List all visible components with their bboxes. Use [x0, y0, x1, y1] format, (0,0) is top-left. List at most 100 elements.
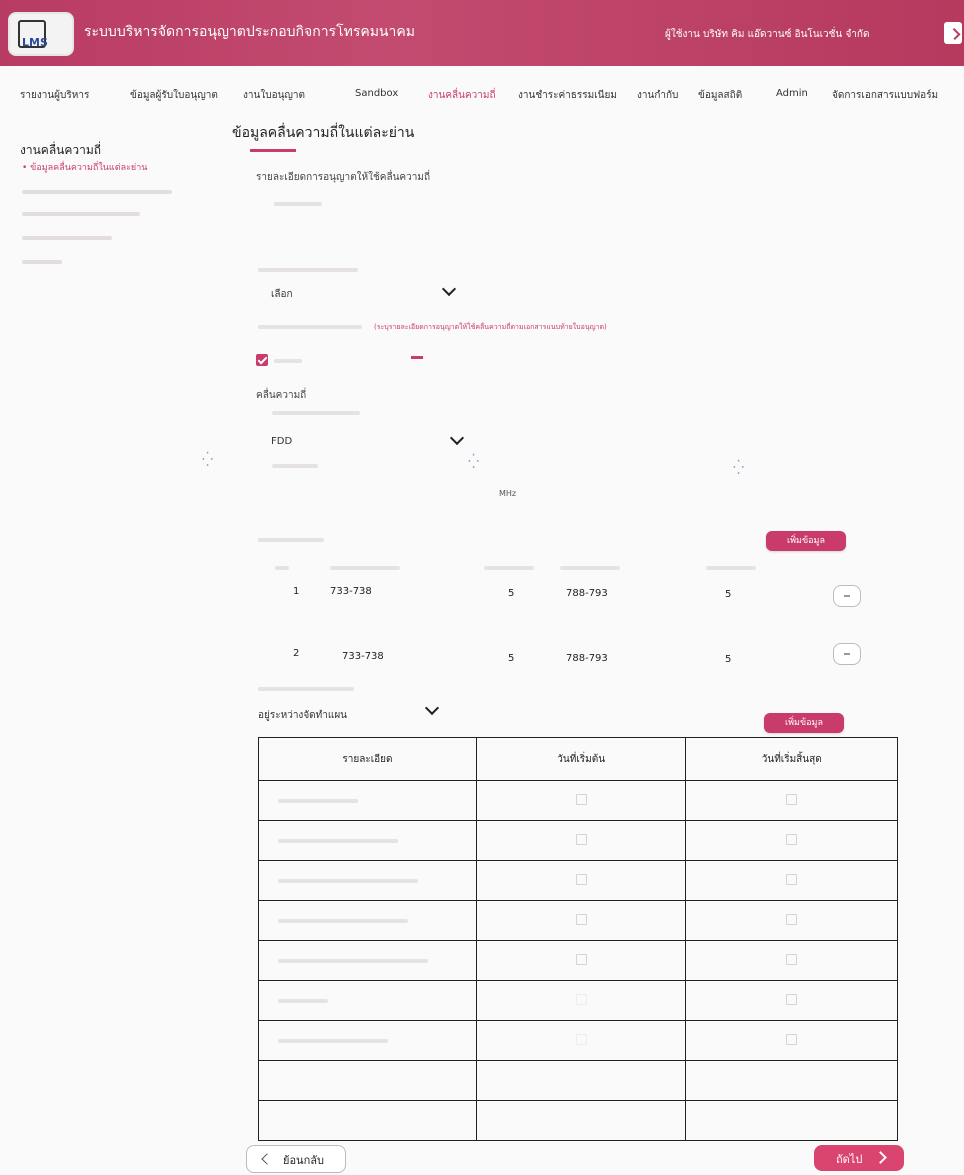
- calendar-icon[interactable]: [786, 793, 798, 805]
- start-date-cell[interactable]: [475, 980, 687, 1021]
- end-date-cell[interactable]: [685, 900, 898, 941]
- page-title: ข้อมูลคลื่นความถี่ในแต่ละย่าน: [232, 125, 415, 141]
- nav-item-executive-report[interactable]: รายงานผู้บริหาร: [20, 88, 89, 103]
- row-detail: [258, 780, 477, 821]
- end-date-cell[interactable]: [685, 1020, 898, 1061]
- start-date-cell[interactable]: [475, 780, 687, 821]
- sparkle-icon: ⁛: [202, 452, 214, 468]
- end-date-cell[interactable]: [685, 860, 898, 901]
- freq-row-2-no: 2: [293, 648, 300, 659]
- remove-row-button[interactable]: [833, 585, 861, 607]
- start-date-cell[interactable]: [475, 860, 687, 901]
- calendar-icon[interactable]: [786, 993, 798, 1005]
- calendar-icon[interactable]: [786, 833, 798, 845]
- pink-dash: [411, 356, 423, 359]
- logo-text: LMS: [22, 36, 48, 49]
- start-date-cell[interactable]: [475, 1020, 687, 1061]
- sidebar-item-2[interactable]: [22, 190, 172, 194]
- end-date-cell[interactable]: [685, 820, 898, 861]
- col-header-range-2: [560, 566, 620, 570]
- start-date-cell[interactable]: [475, 1060, 687, 1101]
- next-label: ถัดไป: [836, 1153, 863, 1166]
- type-select[interactable]: เลือก: [271, 287, 293, 302]
- nav-item-admin[interactable]: Admin: [776, 88, 808, 99]
- table-header-detail: รายละเอียด: [258, 737, 477, 781]
- start-date-cell[interactable]: [475, 820, 687, 861]
- start-date-cell[interactable]: [475, 900, 687, 941]
- add-data-button[interactable]: เพิ่มข้อมูล: [766, 531, 846, 551]
- freq-row-1-no: 1: [293, 586, 300, 597]
- freq-row-1-bw-2: 5: [725, 589, 732, 600]
- add-data-button[interactable]: เพิ่มข้อมูล: [764, 713, 844, 733]
- nav-item-license[interactable]: งานใบอนุญาต: [243, 88, 305, 103]
- system-title: ระบบบริหารจัดการอนุญาตประกอบกิจการโทรคมน…: [84, 24, 415, 40]
- nav-item-forms[interactable]: จัดการเอกสารแบบฟอร์ม: [832, 88, 938, 103]
- calendar-icon[interactable]: [575, 873, 587, 885]
- chevron-down-icon[interactable]: [441, 281, 457, 297]
- checkbox[interactable]: [256, 354, 268, 366]
- calendar-icon[interactable]: [575, 793, 587, 805]
- calendar-icon[interactable]: [786, 873, 798, 885]
- row-detail: [258, 1060, 477, 1101]
- calendar-icon[interactable]: [786, 1033, 798, 1045]
- freq-row-2-bw-1: 5: [508, 653, 515, 664]
- calendar-icon[interactable]: [575, 1033, 587, 1045]
- chevron-down-icon[interactable]: [449, 430, 465, 446]
- col-header-range-1: [330, 566, 400, 570]
- nav-item-regulation[interactable]: งานกำกับ: [637, 88, 678, 103]
- nav-item-licensee-info[interactable]: ข้อมูลผู้รับใบอนุญาต: [130, 88, 218, 103]
- calendar-icon[interactable]: [575, 993, 587, 1005]
- freq-row-2-range-2: 788-793: [566, 653, 608, 664]
- section-subtitle: รายละเอียดการอนุญาตให้ใช้คลื่นความถี่: [256, 172, 430, 183]
- table-row: [258, 900, 898, 941]
- chevron-down-icon[interactable]: [424, 700, 440, 716]
- row-detail: [258, 1100, 477, 1141]
- calendar-icon[interactable]: [575, 913, 587, 925]
- nav-item-statistics[interactable]: ข้อมูลสถิติ: [698, 88, 742, 103]
- nav-item-fee-payment[interactable]: งานชำระค่าธรรมเนียม: [518, 88, 617, 103]
- dates-table: รายละเอียด วันที่เริ่มต้น วันที่เริ่มสิ้…: [258, 737, 898, 1141]
- calendar-icon[interactable]: [575, 953, 587, 965]
- calendar-icon[interactable]: [786, 953, 798, 965]
- table-row: [258, 1060, 898, 1101]
- lms-logo[interactable]: LMS: [8, 12, 74, 56]
- end-date-cell[interactable]: [685, 1100, 898, 1141]
- faint-label-7: [258, 687, 354, 691]
- nav-item-frequency[interactable]: งานคลื่นความถี่: [428, 88, 496, 103]
- row-detail: [258, 860, 477, 901]
- sidebar-item-3[interactable]: [22, 212, 140, 216]
- faint-label-6: [258, 538, 324, 542]
- sparkle-icon: ⁛: [468, 454, 480, 470]
- user-info: ผู้ใช้งาน บริษัท คิม แอ๊ดวานซ์ อินโนเวชั…: [665, 29, 870, 40]
- table-row: [258, 820, 898, 861]
- duplex-select[interactable]: FDD: [271, 436, 292, 447]
- logout-icon[interactable]: [944, 22, 962, 44]
- start-date-cell[interactable]: [475, 940, 687, 981]
- remove-row-button[interactable]: [833, 643, 861, 665]
- back-label: ย้อนกลับ: [283, 1154, 324, 1167]
- sidebar-item-4[interactable]: [22, 236, 112, 240]
- calendar-icon[interactable]: [786, 913, 798, 925]
- unit-label: MHz: [499, 489, 517, 498]
- end-date-cell[interactable]: [685, 1060, 898, 1101]
- sidebar-item-frequency-band[interactable]: • ข้อมูลคลื่นความถี่ในแต่ละย่าน: [22, 160, 147, 174]
- nav-item-sandbox[interactable]: Sandbox: [355, 88, 398, 99]
- freq-row-1-range-1: 733-738: [330, 586, 372, 597]
- faint-label-3: [258, 325, 362, 329]
- end-date-cell[interactable]: [685, 980, 898, 1021]
- back-button[interactable]: ย้อนกลับ: [246, 1145, 346, 1173]
- calendar-icon[interactable]: [575, 833, 587, 845]
- start-date-cell[interactable]: [475, 1100, 687, 1141]
- pink-note: (ระบุรายละเอียดการอนุญาตให้ใช้คลื่นความถ…: [374, 323, 607, 331]
- faint-label-4: [272, 411, 360, 415]
- end-date-cell[interactable]: [685, 940, 898, 981]
- sidebar-item-5[interactable]: [22, 260, 62, 264]
- top-header: LMS ระบบบริหารจัดการอนุญาตประกอบกิจการโท…: [0, 0, 964, 66]
- table-row: [258, 1020, 898, 1061]
- table-header-end-date: วันที่เริ่มสิ้นสุด: [685, 737, 898, 781]
- freq-row-1-bw-1: 5: [508, 588, 515, 599]
- end-date-cell[interactable]: [685, 780, 898, 821]
- status-select[interactable]: อยู่ระหว่างจัดทำแผน: [258, 708, 347, 723]
- next-button[interactable]: ถัดไป: [814, 1145, 904, 1171]
- faint-label-2: [258, 268, 358, 272]
